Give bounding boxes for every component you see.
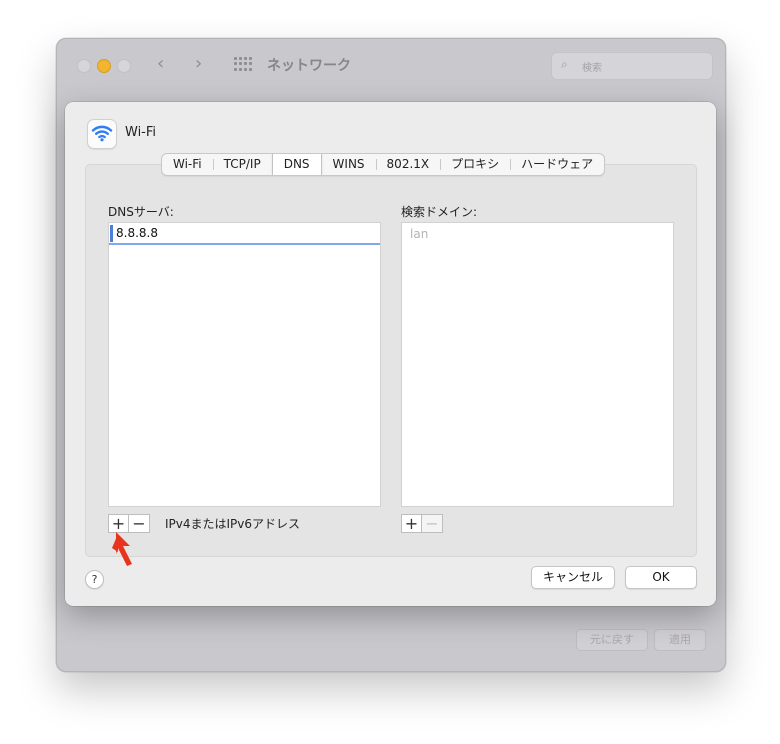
list-item[interactable]: lan xyxy=(410,227,428,241)
dns-server-field[interactable] xyxy=(116,225,366,241)
chevron-right-icon[interactable]: › xyxy=(195,53,202,74)
tab-wifi[interactable]: Wi-Fi xyxy=(162,154,213,175)
search-domains-label: 検索ドメイン: xyxy=(401,205,478,219)
ok-button[interactable]: OK xyxy=(625,566,697,589)
search-field[interactable]: ⌕ 検索 xyxy=(551,52,713,80)
zoom-window-button[interactable] xyxy=(117,59,131,73)
search-icon: ⌕ xyxy=(561,57,568,71)
search-placeholder: 検索 xyxy=(582,63,602,74)
list-item[interactable] xyxy=(109,223,380,245)
tab-bar: Wi-Fi TCP/IP DNS WINS 802.1X プロキシ ハードウェア xyxy=(161,153,606,176)
service-title: Wi-Fi xyxy=(125,125,157,140)
add-dns-server-button[interactable]: + xyxy=(108,514,129,533)
arrow-pointer-icon xyxy=(112,532,132,566)
dns-servers-label: DNSサーバ: xyxy=(108,205,174,219)
cancel-button[interactable]: キャンセル xyxy=(531,566,615,589)
tab-hardware[interactable]: ハードウェア xyxy=(510,154,604,175)
window-titlebar: ‹ › ネットワーク ⌕ 検索 xyxy=(57,39,725,91)
search-domains-list[interactable]: lan xyxy=(401,222,674,507)
advanced-settings-sheet: Wi-Fi Wi-Fi TCP/IP DNS WINS 802.1X プロキシ … xyxy=(65,102,716,606)
tab-tcpip[interactable]: TCP/IP xyxy=(212,154,272,175)
close-window-button[interactable] xyxy=(77,59,91,73)
domain-add-remove-control: + − xyxy=(401,514,443,533)
tab-8021x[interactable]: 802.1X xyxy=(375,154,441,175)
apply-button[interactable]: 適用 xyxy=(654,629,706,651)
dns-add-remove-control: + − xyxy=(108,514,150,533)
wifi-service-badge xyxy=(87,119,117,149)
add-search-domain-button[interactable]: + xyxy=(401,514,422,533)
tab-dns[interactable]: DNS xyxy=(271,154,322,175)
remove-dns-server-button[interactable]: − xyxy=(129,514,150,533)
dns-servers-list[interactable] xyxy=(108,222,381,507)
window-title: ネットワーク xyxy=(267,58,351,74)
minimize-window-button[interactable] xyxy=(97,59,111,73)
chevron-left-icon[interactable]: ‹ xyxy=(157,53,164,74)
wifi-icon xyxy=(91,125,113,142)
remove-search-domain-button[interactable]: − xyxy=(422,514,443,533)
tab-wins[interactable]: WINS xyxy=(322,154,376,175)
revert-button[interactable]: 元に戻す xyxy=(576,629,648,651)
help-button[interactable]: ? xyxy=(85,570,104,589)
selection-marker xyxy=(110,225,113,242)
tab-proxy[interactable]: プロキシ xyxy=(440,154,510,175)
dns-address-hint: IPv4またはIPv6アドレス xyxy=(165,517,301,531)
grid-icon[interactable] xyxy=(234,57,252,71)
